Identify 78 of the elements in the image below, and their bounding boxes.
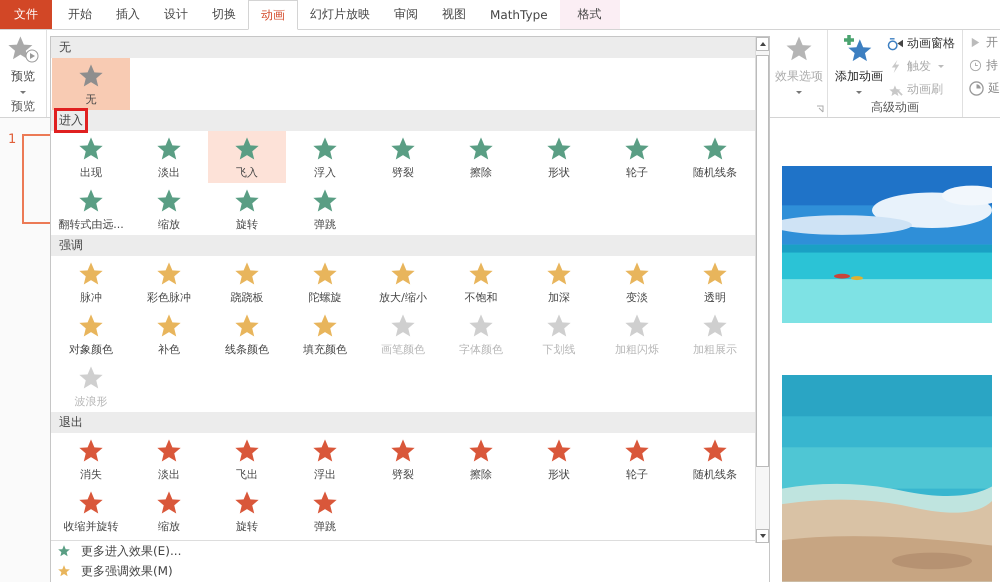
animation-effect[interactable]: 收缩并旋转 [52,485,130,537]
animation-effect[interactable]: 轮子 [598,131,676,183]
caret-icon [796,91,802,94]
ribbon-tab[interactable]: 幻灯片放映 [298,0,382,29]
animation-effect[interactable]: 随机线条 [676,131,754,183]
section-title: 强调 [58,237,84,254]
animation-effect[interactable]: 放大/缩小 [364,256,442,308]
section-title: 无 [58,39,72,56]
animation-effect[interactable]: 透明 [676,256,754,308]
animation-effect[interactable]: 陀螺旋 [286,256,364,308]
animation-effect[interactable]: 变淡 [598,256,676,308]
timing-label: 延 [988,80,1000,97]
ribbon-tab[interactable]: 视图 [430,0,478,29]
ribbon-tab[interactable]: 切换 [200,0,248,29]
animation-effect[interactable]: 劈裂 [364,131,442,183]
animation-effect[interactable]: 飞入 [208,131,286,183]
ribbon-tab[interactable]: 开始 [56,0,104,29]
animation-effect[interactable]: 旋转 [208,485,286,537]
more-effects-item[interactable]: 更多进入效果(E)... [51,541,756,561]
animation-effect[interactable]: 线条颜色 [208,308,286,360]
animation-effect[interactable]: 脉冲 [52,256,130,308]
animation-effect[interactable]: 劈裂 [364,433,442,485]
animation-effect[interactable]: 淡出 [130,433,208,485]
scrollbar[interactable] [755,37,769,543]
animation-effect[interactable]: 对象颜色 [52,308,130,360]
animation-effect[interactable]: 形状 [520,433,598,485]
animation-effect[interactable]: 弹跳 [286,485,364,537]
highlighted-section-title: 进入 [57,111,85,130]
clock-speaker-icon [887,36,904,51]
animation-effect[interactable]: 缩放 [130,183,208,235]
scroll-thumb[interactable] [756,55,769,467]
ribbon-tab[interactable]: 审阅 [382,0,430,29]
animation-effect[interactable]: 填充颜色 [286,308,364,360]
animation-effect[interactable]: 随机线条 [676,433,754,485]
caret-icon [856,91,862,94]
animation-effect[interactable]: 弹跳 [286,183,364,235]
section-title: 退出 [58,414,84,431]
more-effects-item[interactable]: 更多强调效果(M) [51,561,756,581]
animation-effect[interactable]: 消失 [52,433,130,485]
ribbon-tab[interactable]: MathType [478,0,560,29]
animation-effect[interactable]: 补色 [130,308,208,360]
animation-effect[interactable]: 无 [52,58,130,110]
animation-effect[interactable]: 浮入 [286,131,364,183]
slide-number: 1 [8,132,16,147]
star-play-icon [6,34,40,64]
clock-icon [969,81,984,96]
animation-effect[interactable]: 擦除 [442,131,520,183]
ribbon-tab[interactable]: 文件 [0,0,52,29]
add-animation-button[interactable]: 添加动画 [835,30,883,99]
animation-effect[interactable]: 彩色脉冲 [130,256,208,308]
timing-label: 开 [986,34,998,51]
play-icon [969,36,982,49]
preview-button[interactable]: 预览 [6,30,40,94]
animation-effect[interactable]: 不饱和 [442,256,520,308]
clock-icon [969,59,982,72]
caret-icon [20,91,26,94]
group-label: 预览 [11,98,35,115]
animation-effect[interactable]: 形状 [520,131,598,183]
ribbon-tab[interactable]: 动画 [248,0,298,30]
ribbon-tab[interactable]: 格式 [560,0,620,29]
ribbon-small-button[interactable]: 动画窗格 [887,34,955,53]
animation-effect[interactable]: 淡出 [130,131,208,183]
ribbon-tab[interactable]: 设计 [152,0,200,29]
ribbon-tab[interactable]: 插入 [104,0,152,29]
caret-icon [938,65,944,68]
timing-label: 持 [986,57,998,74]
animation-effect[interactable]: 加深 [520,256,598,308]
animation-effect[interactable]: 跷跷板 [208,256,286,308]
animation-effect[interactable]: 翻转式由远... [52,183,130,235]
animation-effect[interactable]: 擦除 [442,433,520,485]
animation-effect[interactable]: 旋转 [208,183,286,235]
animation-effect[interactable]: 轮子 [598,433,676,485]
group-label: 高级动画 [871,99,919,116]
dialog-launcher-icon [816,105,824,113]
animation-effect[interactable]: 浮出 [286,433,364,485]
animation-effect[interactable]: 缩放 [130,485,208,537]
animation-effect[interactable]: 出现 [52,131,130,183]
animation-effect[interactable]: 飞出 [208,433,286,485]
